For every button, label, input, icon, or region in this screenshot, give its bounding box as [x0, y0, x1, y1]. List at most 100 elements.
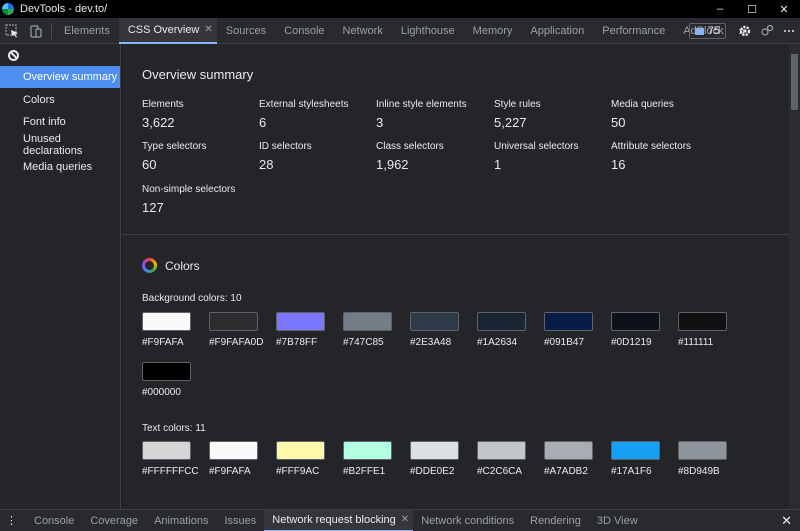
tab-label: Application — [530, 24, 585, 37]
drawer-tab-3d-view[interactable]: 3D View — [589, 510, 646, 531]
color-chip[interactable] — [209, 312, 258, 331]
stat-universal-selectors: Universal selectors 1 — [494, 141, 578, 172]
color-swatch[interactable]: #C2C6CA — [477, 441, 545, 477]
color-swatch[interactable]: #111111 — [678, 312, 746, 348]
section-divider — [122, 234, 789, 235]
sidebar-item-font-info[interactable]: Font info — [0, 111, 120, 133]
close-drawer-button[interactable]: ✕ — [781, 510, 792, 531]
color-swatch[interactable]: #B2FFE1 — [343, 441, 411, 477]
color-chip[interactable] — [343, 441, 392, 460]
color-swatch[interactable]: #A7ADB2 — [544, 441, 612, 477]
tab-network[interactable]: Network — [334, 18, 392, 44]
color-swatch[interactable]: #7B78FF — [276, 312, 344, 348]
color-chip[interactable] — [477, 441, 526, 460]
stat-label: Non-simple selectors — [142, 184, 236, 195]
close-tab-icon[interactable]: ✕ — [204, 24, 212, 35]
window-controls: – ☐ ✕ — [704, 0, 800, 18]
color-hex-label: #000000 — [142, 387, 181, 398]
stat-non-simple-selectors: Non-simple selectors 127 — [142, 184, 235, 215]
color-hex-label: #1A2634 — [477, 337, 518, 348]
drawer-tab-coverage[interactable]: Coverage — [82, 510, 146, 531]
stat-label: Attribute selectors — [611, 141, 692, 152]
color-chip[interactable] — [142, 441, 191, 460]
stat-external-stylesheets: External stylesheets 6 — [259, 99, 349, 130]
stat-id-selectors: ID selectors 28 — [259, 141, 312, 172]
drawer-tab-network-conditions[interactable]: Network conditions — [413, 510, 522, 531]
color-chip[interactable] — [410, 441, 459, 460]
tab-performance[interactable]: Performance — [593, 18, 674, 44]
color-chip[interactable] — [276, 441, 325, 460]
color-swatch[interactable]: #0D1219 — [611, 312, 679, 348]
color-chip[interactable] — [477, 312, 526, 331]
color-chip[interactable] — [678, 441, 727, 460]
tab-css-overview[interactable]: CSS Overview ✕ — [118, 17, 217, 44]
drawer-more-tools-button[interactable]: ⋮ — [0, 510, 26, 531]
color-chip[interactable] — [544, 312, 593, 331]
color-chip[interactable] — [611, 441, 660, 460]
stat-media-queries: Media queries 50 — [611, 99, 674, 130]
color-swatch[interactable]: #F9FAFA — [209, 441, 277, 477]
clear-overview-button[interactable] — [0, 44, 120, 66]
color-swatch[interactable]: #DDE0E2 — [410, 441, 478, 477]
stat-value: 1,962 — [376, 157, 409, 172]
main-scrollbar[interactable] — [789, 44, 800, 509]
color-swatch[interactable]: #1A2634 — [477, 312, 545, 348]
sidebar-item-unused-declarations[interactable]: Unused declarations — [0, 133, 120, 157]
drawer-tab-animations[interactable]: Animations — [146, 510, 216, 531]
color-hex-label: #7B78FF — [276, 337, 318, 348]
color-swatch[interactable]: #000000 — [142, 362, 210, 398]
color-chip[interactable] — [142, 362, 191, 381]
color-hex-label: #2E3A48 — [410, 337, 452, 348]
close-window-button[interactable]: ✕ — [768, 0, 800, 18]
issues-counter-button[interactable]: 75 — [688, 23, 726, 39]
drawer-tab-console[interactable]: Console — [26, 510, 82, 531]
color-swatch[interactable]: #2E3A48 — [410, 312, 478, 348]
close-drawer-tab-icon[interactable]: ✕ — [401, 514, 409, 525]
color-chip[interactable] — [343, 312, 392, 331]
tab-console[interactable]: Console — [275, 18, 333, 44]
minimize-button[interactable]: – — [704, 0, 736, 18]
feedback-icon[interactable] — [756, 18, 778, 44]
scrollbar-thumb[interactable] — [791, 54, 798, 110]
color-swatch[interactable]: #091B47 — [544, 312, 612, 348]
sidebar-item-colors[interactable]: Colors — [0, 89, 120, 111]
color-swatch[interactable]: #747C85 — [343, 312, 411, 348]
tab-application[interactable]: Application — [521, 18, 593, 44]
color-chip[interactable] — [410, 312, 459, 331]
tab-lighthouse[interactable]: Lighthouse — [392, 18, 464, 44]
color-swatch[interactable]: #F9FAFA — [142, 312, 210, 348]
stat-value: 127 — [142, 200, 164, 215]
inspect-element-icon[interactable] — [0, 18, 24, 44]
color-swatch[interactable]: #FFFFFFCC — [142, 441, 210, 477]
color-chip[interactable] — [544, 441, 593, 460]
color-swatch[interactable]: #8D949B — [678, 441, 746, 477]
tab-elements[interactable]: Elements — [55, 18, 119, 44]
sidebar-nav: Overview summary Colors Font info Unused de… — [0, 66, 120, 178]
stat-label: External stylesheets — [259, 99, 349, 110]
sidebar-item-overview-summary[interactable]: Overview summary — [0, 66, 120, 88]
color-chip[interactable] — [276, 312, 325, 331]
color-swatch[interactable]: #F9FAFA0D — [209, 312, 277, 348]
drawer-tab-rendering[interactable]: Rendering — [522, 510, 589, 531]
tab-sources[interactable]: Sources — [217, 18, 275, 44]
sidebar-item-media-queries[interactable]: Media queries — [0, 156, 120, 178]
stat-label: Universal selectors — [494, 141, 579, 152]
stat-label: ID selectors — [259, 141, 312, 152]
color-chip[interactable] — [678, 312, 727, 331]
drawer-tab-network-request-blocking[interactable]: Network request blocking ✕ — [264, 509, 414, 531]
device-toolbar-icon[interactable] — [24, 18, 48, 44]
stat-label: Inline style elements — [376, 99, 467, 110]
color-chip[interactable] — [142, 312, 191, 331]
color-swatch[interactable]: #17A1F6 — [611, 441, 679, 477]
maximize-button[interactable]: ☐ — [736, 0, 768, 18]
window-title: DevTools - dev.to/ — [20, 3, 108, 15]
tab-memory[interactable]: Memory — [464, 18, 522, 44]
color-chip[interactable] — [611, 312, 660, 331]
color-hex-label: #F9FAFA — [209, 466, 251, 477]
customize-menu-icon[interactable] — [778, 18, 800, 44]
settings-gear-icon[interactable] — [734, 18, 756, 44]
color-swatch[interactable]: #FFF9AC — [276, 441, 344, 477]
drawer-tab-issues[interactable]: Issues — [216, 510, 264, 531]
stat-value: 6 — [259, 115, 267, 130]
color-chip[interactable] — [209, 441, 258, 460]
